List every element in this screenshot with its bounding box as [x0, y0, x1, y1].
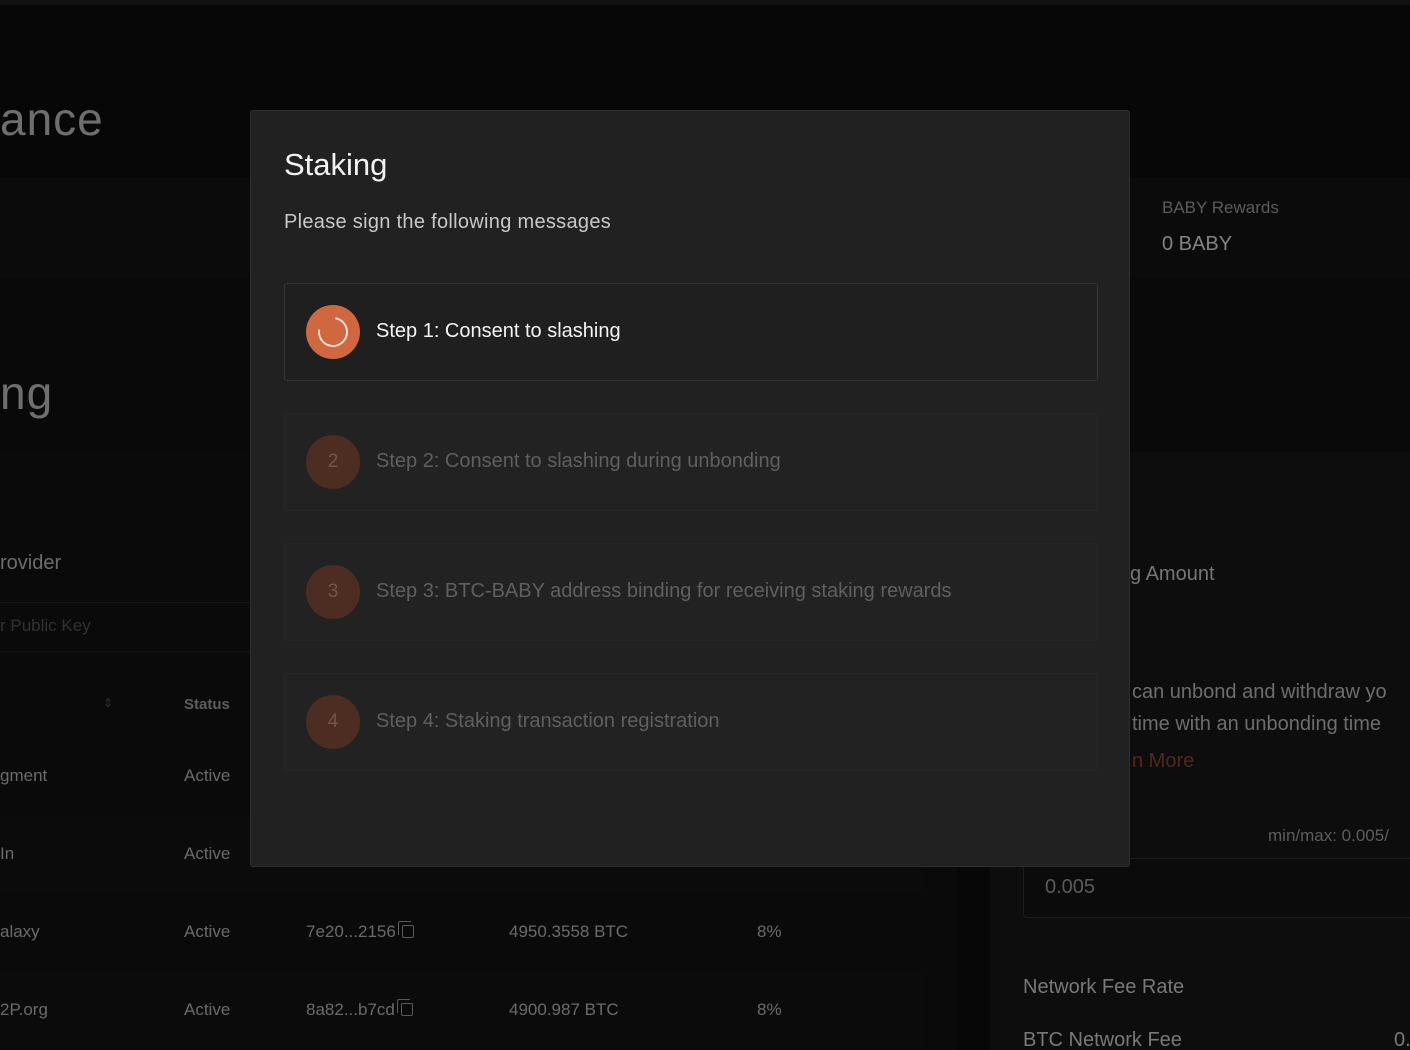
step-3-label: Step 3: BTC-BABY address binding for rec… — [376, 580, 952, 602]
step-4-label: Step 4: Staking transaction registration — [376, 710, 720, 732]
staking-modal: Staking Please sign the following messag… — [250, 110, 1130, 867]
step-3-number: 3 — [306, 565, 360, 619]
step-2-label: Step 2: Consent to slashing during unbon… — [376, 450, 781, 472]
modal-subtitle: Please sign the following messages — [284, 211, 612, 233]
loading-spinner-icon — [312, 311, 354, 353]
step-1-label: Step 1: Consent to slashing — [376, 320, 621, 342]
step-2: 2 Step 2: Consent to slashing during unb… — [284, 413, 1098, 511]
modal-title: Staking — [284, 147, 388, 182]
step-2-number: 2 — [306, 435, 360, 489]
step-4-number: 4 — [306, 695, 360, 749]
step-4: 4 Step 4: Staking transaction registrati… — [284, 673, 1098, 771]
step-1: Step 1: Consent to slashing — [284, 283, 1098, 381]
step-1-indicator — [306, 305, 360, 359]
step-3: 3 Step 3: BTC-BABY address binding for r… — [284, 543, 1098, 641]
